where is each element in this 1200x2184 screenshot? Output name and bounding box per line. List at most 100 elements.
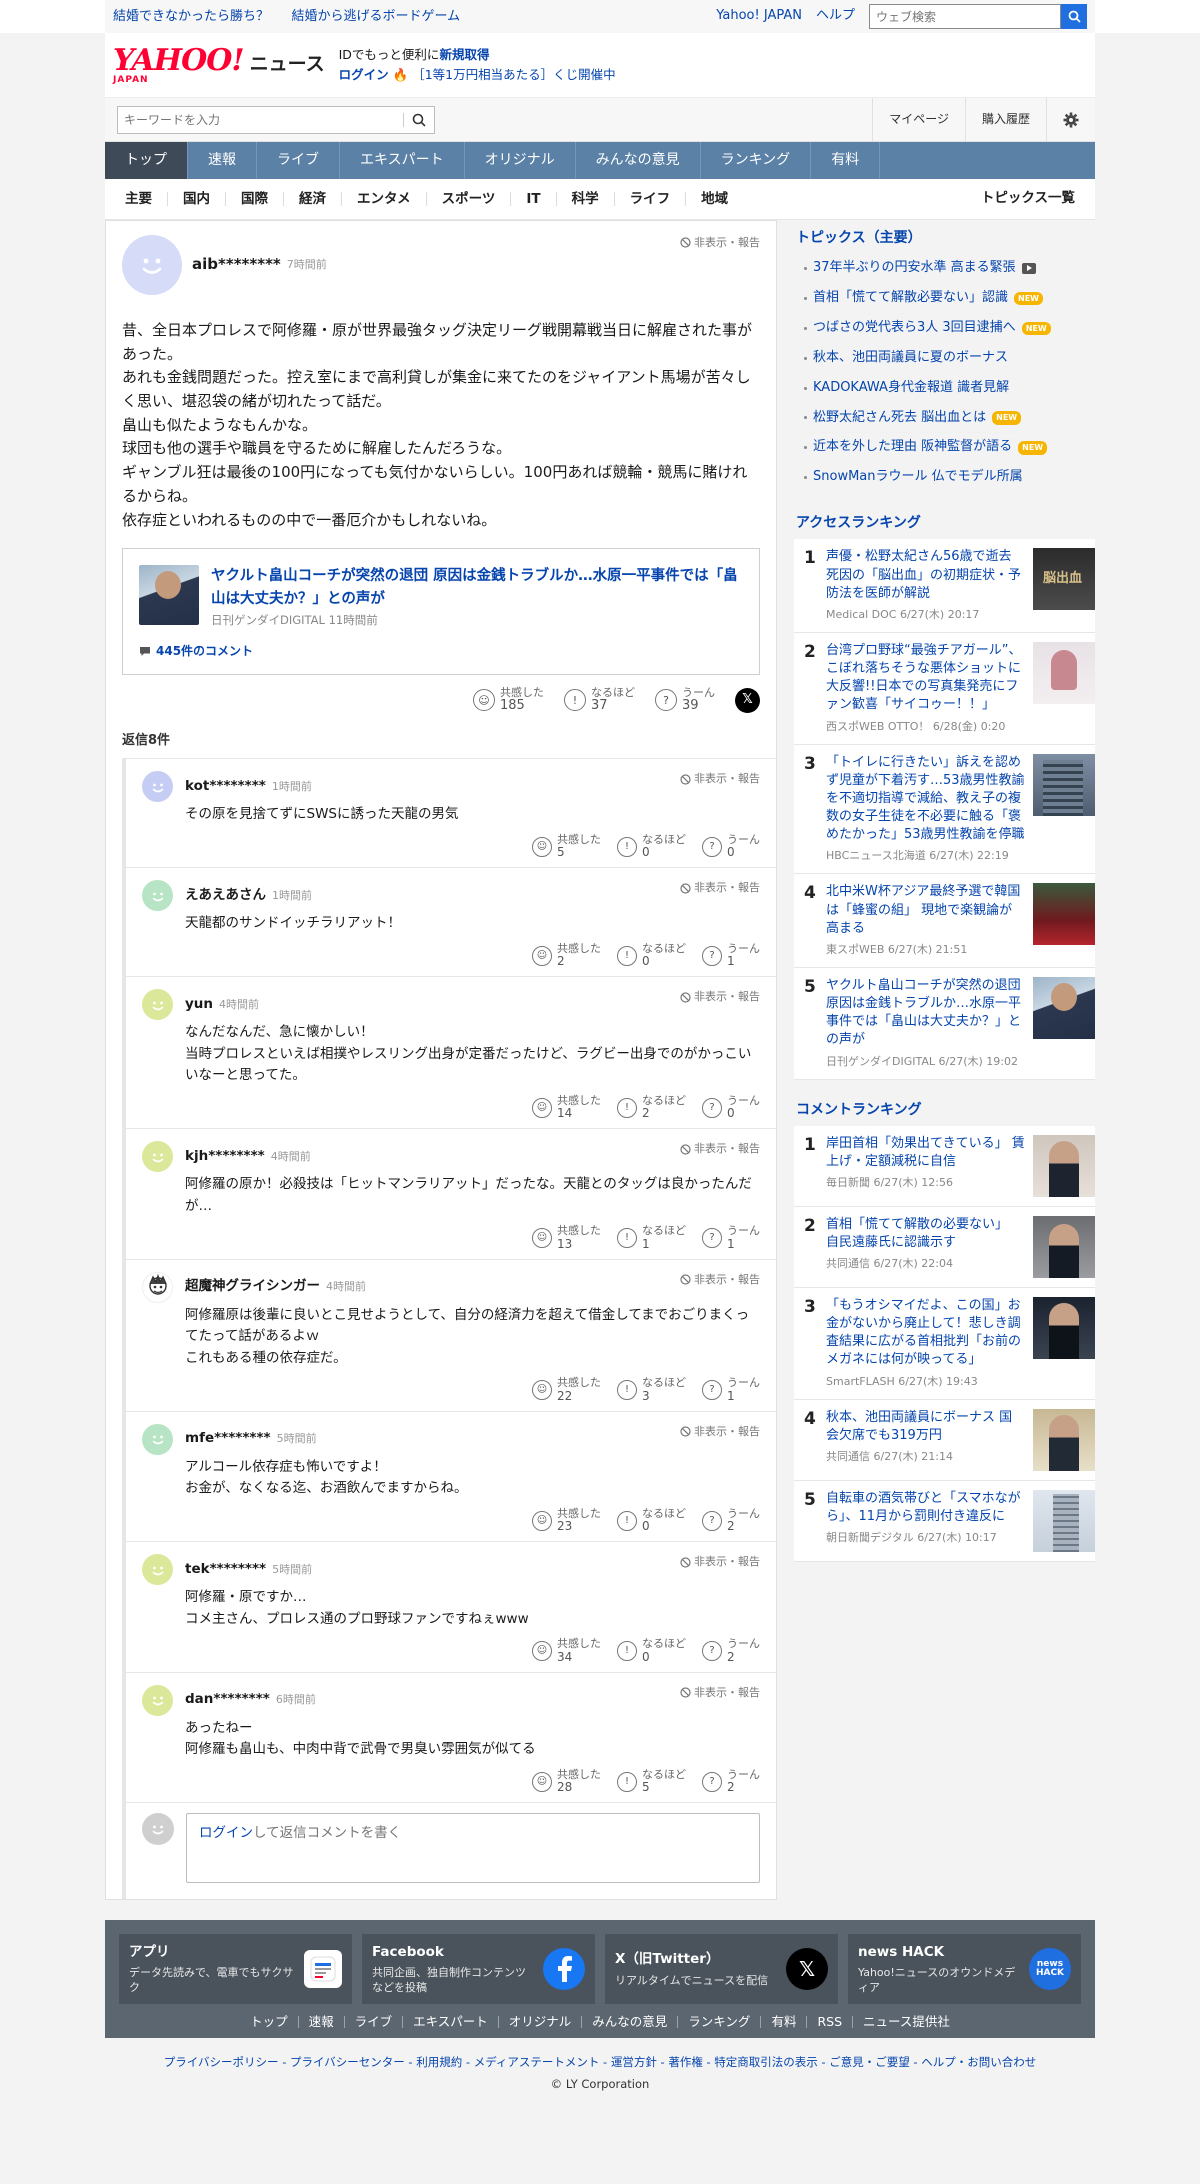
cat-science[interactable]: 科学 bbox=[555, 192, 614, 206]
agree-button[interactable]: ! なるほど 2 bbox=[617, 1094, 686, 1120]
empathy-button[interactable]: ☺ 共感した 23 bbox=[532, 1507, 601, 1533]
agree-button[interactable]: ! なるほど 1 bbox=[617, 1225, 686, 1250]
avatar[interactable] bbox=[142, 880, 173, 912]
facebook-card[interactable]: Facebook 共同企画、独自制作コンテンツなどを投稿 bbox=[362, 1934, 595, 2005]
hide-report-link[interactable]: 非表示・報告 bbox=[680, 989, 760, 1005]
ranking-item[interactable]: 4 秋本、池田両議員にボーナス 国会欠席でも319万円 共同通信 6/27(木) 2… bbox=[794, 1399, 1095, 1481]
yahoo-japan-link[interactable]: Yahoo! JAPAN bbox=[716, 7, 802, 26]
topic-item[interactable]: 秋本、池田両議員に夏のボーナス bbox=[794, 344, 1095, 374]
hmm-button[interactable]: ? うーん 2 bbox=[702, 1638, 760, 1663]
agree-button[interactable]: ! なるほど 5 bbox=[617, 1768, 686, 1794]
agree-button[interactable]: ! なるほど 0 bbox=[617, 1507, 686, 1533]
hide-report-link[interactable]: 非表示・報告 bbox=[680, 880, 760, 896]
topics-title[interactable]: トピックス（主要） bbox=[794, 220, 1095, 255]
topic-text[interactable]: 秋本、池田両議員に夏のボーナス bbox=[813, 349, 1008, 368]
cat-entertainment[interactable]: エンタメ bbox=[341, 192, 426, 206]
keyword-input[interactable] bbox=[118, 106, 403, 133]
newshack-card[interactable]: news HACK Yahoo!ニュースのオウンドメディア news HACK bbox=[848, 1934, 1081, 2005]
footer-link[interactable]: エキスパート bbox=[402, 2015, 498, 2029]
reply-username[interactable]: tek******** bbox=[185, 1560, 266, 1580]
hide-report-link[interactable]: 非表示・報告 bbox=[680, 1554, 760, 1570]
reply-input[interactable]: ログインして返信コメントを書く bbox=[186, 1813, 760, 1884]
hide-report-link[interactable]: 非表示・報告 bbox=[680, 1141, 760, 1157]
article-comment-count[interactable]: 445件のコメント bbox=[139, 643, 745, 660]
ranking-title[interactable]: 自転車の酒気帯びと「スマホながら」、11月から罰則付き違反に bbox=[826, 1490, 1025, 1526]
login-link[interactable]: ログイン bbox=[339, 67, 389, 82]
cat-it[interactable]: IT bbox=[510, 192, 555, 206]
topic-item[interactable]: 37年半ぶりの円安水準 高まる緊張 bbox=[794, 254, 1095, 285]
agree-button[interactable]: ! なるほど 0 bbox=[617, 833, 686, 859]
web-search-input[interactable] bbox=[869, 4, 1061, 29]
topic-text[interactable]: KADOKAWA身代金報道 識者見解 bbox=[813, 379, 1009, 398]
promo-link-2[interactable]: 結婚から逃げるボードゲーム bbox=[291, 9, 460, 24]
promo-link-1[interactable]: 結婚できなかったら勝ち？ bbox=[113, 9, 269, 24]
topic-text[interactable]: つばさの党代表ら3人 3回目逮捕へ bbox=[813, 319, 1016, 338]
topic-item[interactable]: KADOKAWA身代金報道 識者見解 bbox=[794, 374, 1095, 404]
web-search-button[interactable] bbox=[1061, 4, 1087, 29]
hmm-button[interactable]: ? うーん 0 bbox=[702, 833, 760, 859]
keyword-search-button[interactable] bbox=[404, 107, 434, 133]
empathy-button[interactable]: ☺ 共感した 2 bbox=[532, 942, 601, 968]
cat-major[interactable]: 主要 bbox=[125, 192, 167, 206]
empathy-button[interactable]: ☺ 共感した 22 bbox=[532, 1377, 601, 1402]
hide-report-link[interactable]: 非表示・報告 bbox=[680, 771, 760, 787]
topic-item[interactable]: つばさの党代表ら3人 3回目逮捕へ NEW bbox=[794, 314, 1095, 344]
cat-sports[interactable]: スポーツ bbox=[425, 192, 511, 206]
nav-ranking[interactable]: ランキング bbox=[701, 142, 812, 179]
ranking-item[interactable]: 1 声優・松野太紀さん56歳で逝去 死因の「脳出血」の初期症状・予防法を医師が解説… bbox=[794, 539, 1095, 633]
avatar[interactable] bbox=[142, 1141, 173, 1173]
nav-breaking[interactable]: 速報 bbox=[188, 142, 257, 179]
reply-username[interactable]: dan******** bbox=[185, 1690, 270, 1710]
footer-link[interactable]: 速報 bbox=[297, 2015, 344, 2029]
ranking-item[interactable]: 3 「もうオシマイだよ、この国」お金がないから廃止して！悲しき調査結果に広がる首相… bbox=[794, 1287, 1095, 1400]
cat-domestic[interactable]: 国内 bbox=[167, 192, 225, 206]
signup-link[interactable]: 新規取得 bbox=[439, 47, 489, 62]
hmm-button[interactable]: ? うーん 2 bbox=[702, 1768, 760, 1794]
mypage-link[interactable]: マイページ bbox=[872, 98, 965, 141]
reply-username[interactable]: yun bbox=[185, 995, 213, 1015]
ranking-title[interactable]: 「もうオシマイだよ、この国」お金がないから廃止して！悲しき調査結果に広がる首相批… bbox=[826, 1297, 1025, 1370]
ranking-item[interactable]: 5 自転車の酒気帯びと「スマホながら」、11月から罰則付き違反に 朝日新聞デジタル … bbox=[794, 1480, 1095, 1562]
ranking-item[interactable]: 3 「トイレに行きたい」訴えを認めず児童が下着汚す…53歳男性教諭を不適切指導で減… bbox=[794, 744, 1095, 875]
ranking-item[interactable]: 1 岸田首相「効果出てきている」 賃上げ・定額減税に自信 毎日新聞 6/27(木) … bbox=[794, 1125, 1095, 1207]
ranking-title[interactable]: 秋本、池田両議員にボーナス 国会欠席でも319万円 bbox=[826, 1409, 1025, 1445]
hmm-button[interactable]: ? うーん 0 bbox=[702, 1094, 760, 1120]
nav-expert[interactable]: エキスパート bbox=[340, 142, 465, 179]
access-ranking-title[interactable]: アクセスランキング bbox=[794, 505, 1095, 540]
cat-life[interactable]: ライフ bbox=[613, 192, 686, 206]
nav-original[interactable]: オリジナル bbox=[465, 142, 576, 179]
topic-text[interactable]: 首相「慌てて解散必要ない」認識 bbox=[813, 289, 1008, 308]
topic-item[interactable]: 松野太紀さん死去 脳出血とは NEW bbox=[794, 404, 1095, 434]
empathy-button[interactable]: ☺ 共感した 185 bbox=[473, 687, 544, 713]
ranking-title[interactable]: 「トイレに行きたい」訴えを認めず児童が下着汚す…53歳男性教諭を不適切指導で減給… bbox=[826, 754, 1025, 845]
agree-button[interactable]: ! なるほど 3 bbox=[617, 1377, 686, 1402]
ranking-title[interactable]: 台湾プロ野球“最強チアガール”、こぼれ落ちそうな悪体ショットに大反響!!日本での… bbox=[826, 642, 1025, 715]
topic-item[interactable]: 近本を外した理由 阪神監督が語る NEW bbox=[794, 433, 1095, 464]
agree-button[interactable]: ! なるほど 0 bbox=[617, 1638, 686, 1663]
article-title[interactable]: ヤクルト畠山コーチが突然の退団 原因は金銭トラブルか…水原一平事件では「畠山は大… bbox=[211, 565, 745, 610]
avatar[interactable] bbox=[142, 771, 173, 803]
ranking-title[interactable]: 声優・松野太紀さん56歳で逝去 死因の「脳出血」の初期症状・予防法を医師が解説 bbox=[826, 548, 1025, 603]
avatar[interactable] bbox=[142, 1423, 173, 1455]
reply-username[interactable]: kjh******** bbox=[185, 1147, 265, 1167]
nav-paid[interactable]: 有料 bbox=[811, 142, 881, 179]
empathy-button[interactable]: ☺ 共感した 28 bbox=[532, 1768, 601, 1794]
hmm-button[interactable]: ? うーん 39 bbox=[655, 687, 715, 713]
ranking-title[interactable]: 北中米W杯アジア最終予選で韓国は「蜂蜜の組」 現地で楽観論が高まる bbox=[826, 883, 1025, 938]
ranking-title[interactable]: 首相「慌てて解散の必要ない」 自民遠藤氏に認識示す bbox=[826, 1216, 1025, 1252]
topic-text[interactable]: SnowManラウール 仏でモデル所属 bbox=[813, 468, 1023, 487]
cat-economy[interactable]: 経済 bbox=[283, 192, 341, 206]
agree-button[interactable]: ! なるほど 37 bbox=[564, 687, 635, 713]
empathy-button[interactable]: ☺ 共感した 34 bbox=[532, 1638, 601, 1663]
footer-link[interactable]: ニュース提供社 bbox=[852, 2015, 960, 2029]
avatar[interactable] bbox=[142, 1271, 173, 1303]
app-card[interactable]: アプリ データ先読みで、電車でもサクサク bbox=[119, 1934, 352, 2005]
empathy-button[interactable]: ☺ 共感した 5 bbox=[532, 833, 601, 859]
topic-text[interactable]: 37年半ぶりの円安水準 高まる緊張 bbox=[813, 259, 1016, 278]
empathy-button[interactable]: ☺ 共感した 13 bbox=[532, 1225, 601, 1250]
purchase-history-link[interactable]: 購入履歴 bbox=[964, 98, 1046, 141]
ranking-item[interactable]: 2 首相「慌てて解散の必要ない」 自民遠藤氏に認識示す 共同通信 6/27(木) 2… bbox=[794, 1206, 1095, 1288]
reply-username[interactable]: kot******** bbox=[185, 777, 266, 797]
footer-link[interactable]: RSS bbox=[806, 2015, 852, 2029]
topic-item[interactable]: 首相「慌てて解散必要ない」認識 NEW bbox=[794, 284, 1095, 314]
